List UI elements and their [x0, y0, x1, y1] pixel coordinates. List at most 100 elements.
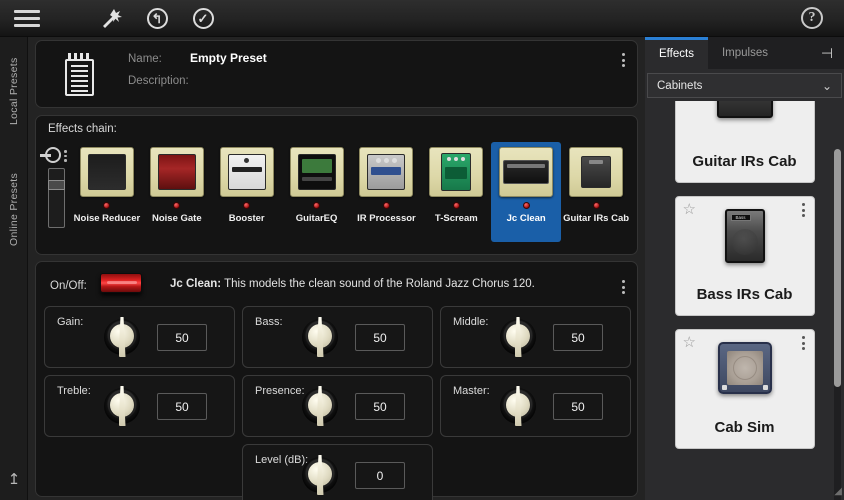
level-value-field[interactable]: 0 — [355, 462, 405, 489]
cabinet-card-cab-sim[interactable]: ☆ Cab Sim — [674, 329, 815, 449]
effect-slot-label: IR Processor — [357, 213, 416, 224]
application-window: ↰ ✓ ? Local Presets Online Presets ↥ Nam… — [0, 0, 844, 500]
parameter-middle[interactable]: Middle: 50 — [440, 306, 631, 368]
check-circle-icon[interactable]: ✓ — [180, 0, 226, 37]
resize-grip-icon[interactable]: ◢ — [830, 486, 842, 498]
middle-knob[interactable] — [497, 317, 539, 361]
led-icon — [243, 202, 251, 209]
input-level-slider[interactable] — [48, 168, 65, 228]
effect-onoff-row: On/Off: Jc Clean: This models the clean … — [36, 268, 637, 304]
left-rail: Local Presets Online Presets ↥ — [0, 37, 28, 500]
level-knob[interactable] — [299, 455, 341, 499]
main-content: Name: Empty Preset Description: Effects … — [28, 37, 844, 500]
parameter-row: Treble: 50 Presence: 50 Master: 50 — [44, 375, 631, 437]
effect-slot-label: Booster — [228, 213, 265, 224]
category-dropdown[interactable]: Cabinets ⌄ — [647, 73, 842, 98]
hamburger-menu-icon[interactable] — [0, 0, 54, 37]
collapse-right-panel-icon[interactable]: ⊣ — [810, 37, 844, 69]
effect-slot-t-scream[interactable]: T-Scream — [421, 142, 491, 242]
effect-name: Jc Clean: — [170, 278, 222, 290]
right-panel-tabs: Effects Impulses ⊣ — [645, 37, 844, 69]
effect-slot-label: Jc Clean — [506, 213, 546, 224]
led-icon — [592, 202, 600, 209]
effect-description-text: This models the clean sound of the Rolan… — [224, 278, 535, 290]
input-jack-icon[interactable] — [40, 147, 61, 163]
tab-impulses[interactable]: Impulses — [708, 37, 782, 69]
middle-value-field[interactable]: 50 — [553, 324, 603, 351]
sidebar-item-local-presets[interactable]: Local Presets — [0, 43, 28, 139]
expand-glyph: ↥ — [7, 471, 21, 488]
onoff-toggle[interactable] — [100, 273, 142, 293]
help-circle-icon[interactable]: ? — [780, 0, 844, 37]
parameter-row: Gain: 50 Bass: 50 Middle: 50 — [44, 306, 631, 368]
favorite-star-icon[interactable]: ☆ — [683, 335, 698, 350]
effect-slot-ir-processor[interactable]: IR Processor — [352, 142, 422, 242]
effect-slot-guitar-irs-cab[interactable]: Guitar IRs Cab — [561, 142, 631, 242]
magic-wand-icon[interactable] — [88, 0, 134, 37]
parameter-grid: Gain: 50 Bass: 50 Middle: 50 Treble: 50 … — [44, 306, 631, 500]
tab-label: Effects — [659, 48, 694, 60]
parameter-label: Bass: — [255, 316, 283, 328]
treble-knob[interactable] — [101, 386, 143, 430]
led-icon — [313, 202, 321, 209]
effect-slot-noise-gate[interactable]: Noise Gate — [142, 142, 212, 242]
parameter-presence[interactable]: Presence: 50 — [242, 375, 433, 437]
master-value-field[interactable]: 50 — [553, 393, 603, 420]
expand-panel-icon[interactable]: ↥ — [0, 468, 28, 490]
preset-header-card: Name: Empty Preset Description: — [35, 40, 638, 108]
cabinet-card-list[interactable]: Guitar Guitar IRs Cab ☆ Bass Bass IRs Ca… — [645, 101, 844, 500]
tab-effects[interactable]: Effects — [645, 37, 708, 69]
onoff-label: On/Off: — [50, 280, 87, 292]
scrollbar-thumb[interactable] — [834, 149, 841, 387]
bass-value-field[interactable]: 50 — [355, 324, 405, 351]
top-toolbar: ↰ ✓ ? — [0, 0, 844, 37]
effect-slot-jc-clean[interactable]: Jc Clean — [491, 142, 562, 242]
preset-name-value[interactable]: Empty Preset — [190, 51, 267, 65]
effects-chain-card: Effects chain: Noise Reducer Noise Gate … — [35, 115, 844, 500]
preset-description-label: Description: — [128, 75, 189, 87]
pedal-thumbnail — [219, 147, 274, 197]
cabinet-card-title: Bass IRs Cab — [696, 286, 793, 303]
pedal-thumbnail — [569, 147, 624, 197]
apply-glyph: ✓ — [197, 10, 209, 26]
preset-name-row: Name: Empty Preset — [128, 51, 267, 75]
sidebar-item-online-presets[interactable]: Online Presets — [0, 157, 28, 261]
cabinet-card-kebab[interactable] — [801, 336, 805, 350]
cabinet-card-bass-irs-cab[interactable]: ☆ Bass Bass IRs Cab — [674, 196, 815, 316]
cabinet-card-title: Guitar IRs Cab — [692, 153, 797, 170]
effect-options-kebab[interactable] — [622, 280, 625, 294]
led-icon — [382, 202, 390, 209]
parameter-level-db[interactable]: Level (dB): 0 — [242, 444, 433, 500]
effects-chain-title: Effects chain: — [48, 123, 117, 135]
gain-value-field[interactable]: 50 — [157, 324, 207, 351]
effect-slot-guitareq[interactable]: GuitarEQ — [282, 142, 352, 242]
cabinet-card-guitar-irs-cab[interactable]: Guitar Guitar IRs Cab — [674, 101, 815, 183]
bass-knob[interactable] — [299, 317, 341, 361]
input-options-kebab[interactable] — [64, 147, 67, 162]
cabinet-card-kebab[interactable] — [801, 203, 805, 217]
pedal-thumbnail — [359, 147, 414, 197]
parameter-gain[interactable]: Gain: 50 — [44, 306, 235, 368]
effect-slot-label: Noise Gate — [151, 213, 202, 224]
master-knob[interactable] — [497, 386, 539, 430]
right-panel-scrollbar[interactable] — [834, 149, 841, 500]
preset-fields: Name: Empty Preset Description: — [128, 51, 267, 99]
favorite-star-icon[interactable]: ☆ — [683, 202, 698, 217]
treble-value-field[interactable]: 50 — [157, 393, 207, 420]
parameter-row: Level (dB): 0 — [44, 444, 631, 500]
parameter-master[interactable]: Master: 50 — [440, 375, 631, 437]
gain-knob[interactable] — [101, 317, 143, 361]
help-glyph: ? — [808, 10, 816, 25]
presence-knob[interactable] — [299, 386, 341, 430]
revert-arrow-icon[interactable]: ↰ — [134, 0, 180, 37]
preset-options-kebab[interactable] — [622, 53, 625, 67]
effect-slot-booster[interactable]: Booster — [212, 142, 282, 242]
parameter-label: Middle: — [453, 316, 489, 328]
parameter-treble[interactable]: Treble: 50 — [44, 375, 235, 437]
effect-slot-noise-reducer[interactable]: Noise Reducer — [72, 142, 142, 242]
pedal-thumbnail — [79, 147, 134, 197]
led-icon — [522, 202, 530, 209]
effect-description: Jc Clean: This models the clean sound of… — [170, 278, 597, 290]
parameter-bass[interactable]: Bass: 50 — [242, 306, 433, 368]
presence-value-field[interactable]: 50 — [355, 393, 405, 420]
